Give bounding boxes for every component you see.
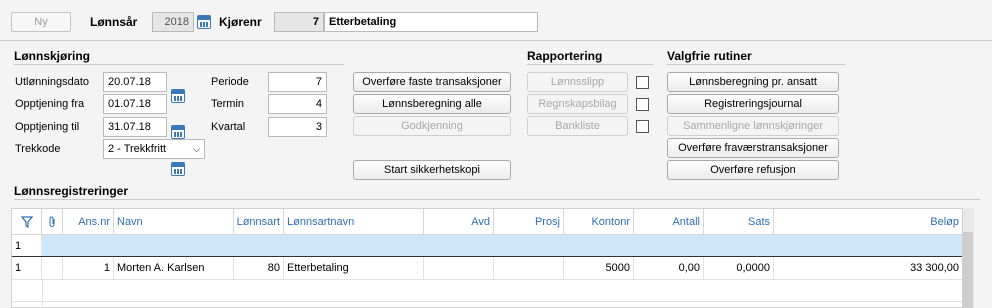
registreringsjournal-button[interactable]: Registreringsjournal: [667, 94, 839, 114]
scrollbar-thumb[interactable]: [963, 232, 973, 308]
cell-lonnsart[interactable]: 80: [234, 257, 284, 279]
cell-avd[interactable]: [424, 257, 494, 279]
cell-prosj[interactable]: [494, 257, 564, 279]
calendar-icon[interactable]: [171, 125, 185, 139]
row-line: [12, 301, 962, 302]
kjorenr-name-field[interactable]: Etterbetaling: [324, 12, 538, 32]
regnskapsbilag-button[interactable]: Regnskapsbilag: [527, 94, 628, 114]
header-divider: [0, 40, 992, 41]
col-line: [42, 280, 43, 308]
col-navn[interactable]: Navn: [114, 209, 234, 234]
attachment-icon[interactable]: [42, 209, 63, 234]
lonnsslipp-button[interactable]: Lønnsslipp: [527, 72, 628, 92]
filter-row[interactable]: [42, 235, 962, 256]
overfore-refusjon-button[interactable]: Overføre refusjon: [667, 160, 839, 180]
cell-sats[interactable]: 0,0000: [704, 257, 774, 279]
col-sats[interactable]: Sats: [704, 209, 774, 234]
grid-title-divider: [14, 199, 980, 200]
lonnsar-field[interactable]: 2018: [152, 12, 194, 32]
filter-row-number: 1: [12, 235, 42, 257]
calendar-icon[interactable]: [171, 162, 185, 176]
cell-belop[interactable]: 33 300,00: [774, 257, 962, 279]
row-attachment-cell[interactable]: [42, 257, 63, 279]
kvartal-field[interactable]: 3: [268, 117, 327, 137]
godkjenning-button[interactable]: Godkjenning: [353, 116, 511, 136]
opptjening-fra-label: Opptjening fra: [15, 98, 85, 110]
opptjening-til-field[interactable]: 31.07.18: [103, 117, 167, 137]
chevron-down-icon: ⌵: [193, 143, 200, 154]
opptjening-fra-field[interactable]: 01.07.18: [103, 94, 167, 114]
col-lonnsartnavn[interactable]: Lønnsartnavn: [284, 209, 424, 234]
termin-label: Termin: [211, 98, 245, 110]
bankliste-checkbox[interactable]: [636, 120, 649, 133]
regnskapsbilag-checkbox[interactable]: [636, 98, 649, 111]
col-ansnr[interactable]: Ans.nr: [63, 209, 114, 234]
rapportering-title: Rapportering: [527, 49, 603, 63]
col-antall[interactable]: Antall: [634, 209, 704, 234]
cell-ansnr[interactable]: 1: [63, 257, 114, 279]
lonnskjoring-divider: [14, 64, 344, 65]
lonnsregistreringer-title: Lønnsregistreringer: [14, 184, 129, 198]
col-prosj[interactable]: Prosj: [494, 209, 564, 234]
lonnskjoring-title: Lønnskjøring: [14, 49, 90, 63]
lonnsberegning-alle-button[interactable]: Lønnsberegning alle: [353, 94, 511, 114]
kvartal-label: Kvartal: [211, 121, 246, 133]
periode-label: Periode: [211, 76, 249, 88]
row-line: [12, 279, 962, 280]
opptjening-til-label: Opptjening til: [15, 121, 80, 133]
trekkode-label: Trekkode: [15, 143, 61, 155]
utlonningsdato-field[interactable]: 20.07.18: [103, 72, 167, 92]
periode-field[interactable]: 7: [268, 72, 327, 92]
termin-field[interactable]: 4: [268, 94, 327, 114]
rapportering-divider: [527, 64, 653, 65]
utlonningsdato-label: Utlønningsdato: [15, 76, 89, 88]
valgfrie-divider: [667, 64, 845, 65]
kjorenr-label: Kjørenr: [219, 15, 262, 29]
cell-lonnsartnavn[interactable]: Etterbetaling: [284, 257, 424, 279]
overfore-faste-button[interactable]: Overføre faste transaksjoner: [353, 72, 511, 92]
bankliste-button[interactable]: Bankliste: [527, 116, 628, 136]
col-belop[interactable]: Beløp: [774, 209, 962, 234]
valgfrie-title: Valgfrie rutiner: [667, 49, 752, 63]
new-button[interactable]: Ny: [11, 12, 71, 32]
trekkode-value: 2 - Trekkfritt: [108, 143, 167, 155]
lonnsberegning-pr-ansatt-button[interactable]: Lønnsberegning pr. ansatt: [667, 72, 839, 92]
col-avd[interactable]: Avd: [424, 209, 494, 234]
kjorenr-field[interactable]: 7: [274, 12, 324, 32]
cell-antall[interactable]: 0,00: [634, 257, 704, 279]
cell-kontonr[interactable]: 5000: [564, 257, 634, 279]
start-sikkerhetskopi-button[interactable]: Start sikkerhetskopi: [353, 160, 511, 180]
col-lonnsart[interactable]: Lønnsart: [234, 209, 284, 234]
lonnsar-label: Lønnsår: [90, 15, 138, 29]
calendar-icon[interactable]: [197, 15, 211, 29]
lonnsslipp-checkbox[interactable]: [636, 76, 649, 89]
row-number: 1: [12, 257, 42, 279]
cell-navn[interactable]: Morten A. Karlsen: [114, 257, 234, 279]
col-kontonr[interactable]: Kontonr: [564, 209, 634, 234]
trekkode-select[interactable]: 2 - Trekkfritt ⌵: [103, 139, 205, 159]
overfore-fravaer-button[interactable]: Overføre fraværstransaksjoner: [667, 138, 839, 158]
lonnsregistreringer-grid[interactable]: Ans.nr Navn Lønnsart Lønnsartnavn Avd Pr…: [11, 208, 973, 308]
calendar-icon[interactable]: [171, 89, 185, 103]
sammenligne-button[interactable]: Sammenligne lønnskjøringer: [667, 116, 839, 136]
filter-icon[interactable]: [12, 209, 42, 234]
